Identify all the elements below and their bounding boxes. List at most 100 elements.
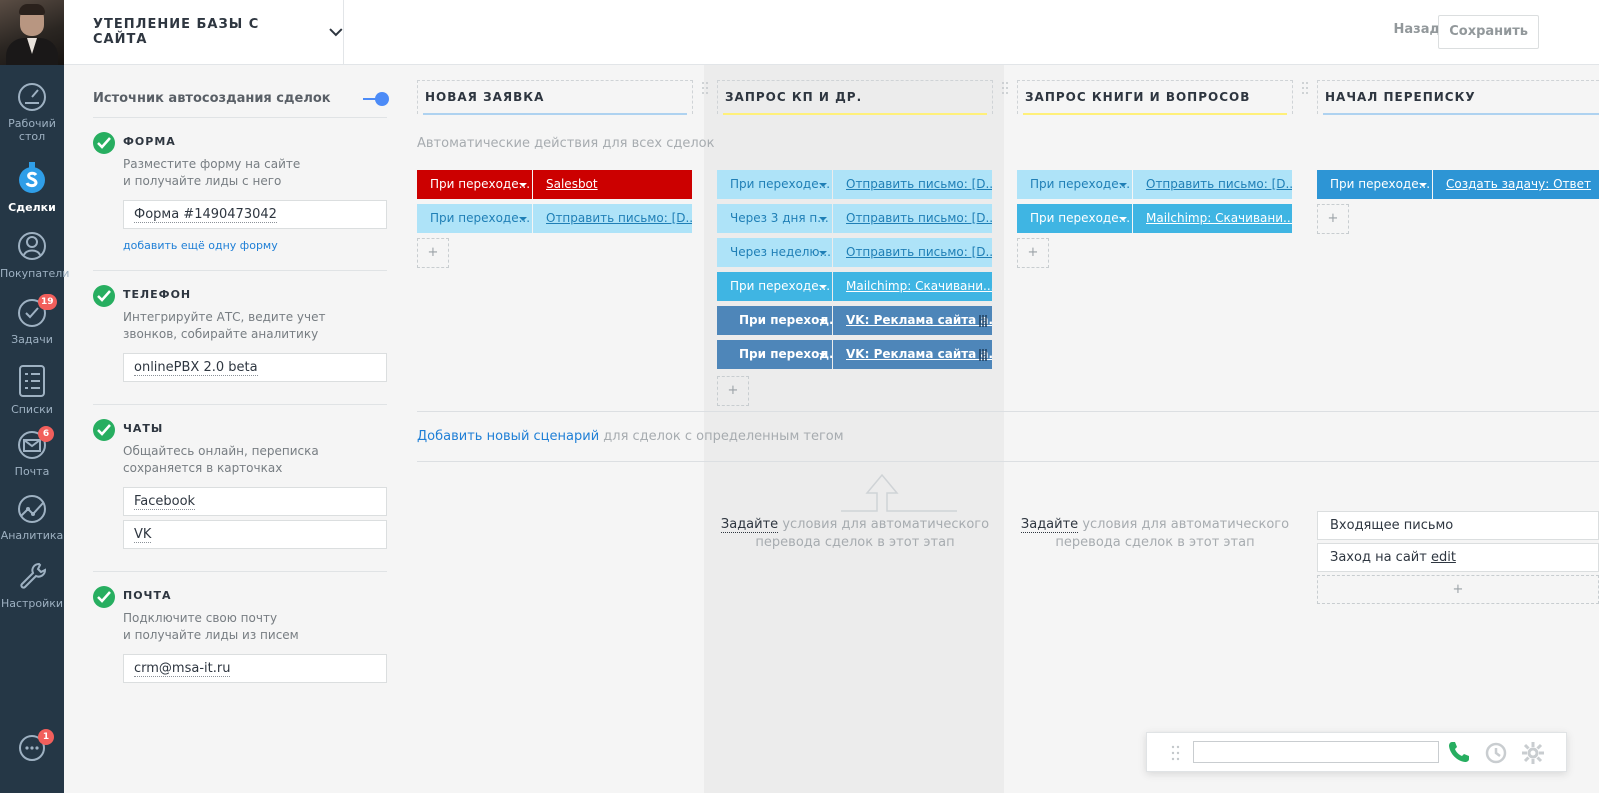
trigger-row: Через неделю... Отправить письмо: [D... [717, 238, 992, 267]
drag-handle-icon[interactable] [701, 81, 709, 95]
add-trigger-button[interactable]: + [1017, 238, 1049, 268]
phone-integration[interactable]: onlinePBX 2.0 beta [123, 353, 387, 382]
hint-text: перевода сделок в этот этап [1055, 535, 1255, 550]
phone-number-input[interactable] [1193, 741, 1439, 763]
autocreate-title: Источник автосоздания сделок [93, 91, 331, 106]
trigger-condition[interactable]: При переход... [717, 340, 832, 369]
back-button[interactable]: Назад [1394, 22, 1440, 37]
trigger-row: При переходе... Mailchimp: Скачивани... [717, 272, 992, 301]
trigger-row-dragging: При переход... VK: Реклама сайта а... [717, 340, 992, 369]
add-trigger-button[interactable]: + [417, 238, 449, 268]
trigger-action[interactable]: Отправить письмо: [D... [833, 238, 992, 267]
trigger-row-dragging: При переход... VK: Реклама сайта а... [717, 306, 992, 335]
trigger-action[interactable]: Mailchimp: Скачивани... [833, 272, 992, 301]
stage-event[interactable]: Входящее письмо [1317, 511, 1599, 540]
chat-vk[interactable]: VK [123, 520, 387, 549]
trigger-action[interactable]: Mailchimp: Скачивани... [1133, 204, 1292, 233]
nav-item-tasks[interactable]: 19 Задачи [0, 294, 64, 346]
chat-value: VK [134, 527, 152, 543]
add-trigger-button[interactable]: + [717, 376, 749, 406]
call-icon[interactable] [1447, 740, 1471, 764]
drag-handle-icon[interactable] [1301, 81, 1309, 95]
stage-header[interactable]: НАЧАЛ ПЕРЕПИСКУ [1317, 80, 1599, 115]
set-conditions-link[interactable]: Задайте [720, 517, 779, 533]
trigger-action[interactable]: Создать задачу: Ответ [1433, 170, 1599, 199]
pipeline-selector[interactable]: УТЕПЛЕНИЕ БАЗЫ С САЙТА [64, 0, 344, 64]
nav-item-deals[interactable]: Сделки [0, 160, 64, 214]
source-desc-line: сохраняется в карточках [123, 461, 283, 475]
chat-facebook[interactable]: Facebook [123, 487, 387, 516]
user-avatar[interactable] [0, 0, 64, 65]
nav-label: Рабочий [8, 117, 56, 130]
trigger-action[interactable]: Отправить письмо: [D... [833, 170, 992, 199]
tasks-badge: 19 [38, 294, 57, 310]
add-scenario-link[interactable]: Добавить новый сценарий [417, 429, 599, 444]
form-selector[interactable]: Форма #1490473042 [123, 200, 387, 229]
source-name: ЧАТЫ [123, 422, 164, 435]
nav-item-chat[interactable]: 1 [0, 729, 64, 768]
trigger-row: Через 3 дня п... Отправить письмо: [D... [717, 204, 992, 233]
source-desc: Интегрируйте АТС, ведите учет звонков, с… [123, 309, 387, 343]
stage-condition-hint: Задайте условия для автоматического пере… [717, 516, 993, 552]
save-button[interactable]: Сохранить [1438, 15, 1539, 49]
stage-header[interactable]: НОВАЯ ЗАЯВКА [417, 80, 693, 115]
event-edit-link[interactable]: edit [1431, 550, 1456, 565]
stage-event[interactable]: Заход на сайт edit [1317, 543, 1599, 572]
trigger-action[interactable]: VK: Реклама сайта а... [833, 306, 992, 335]
trigger-action[interactable]: VK: Реклама сайта а... [833, 340, 992, 369]
trigger-condition[interactable]: Через неделю... [717, 238, 832, 267]
add-event-button[interactable]: + [1317, 575, 1599, 604]
mail-value: crm@msa-it.ru [134, 661, 231, 677]
trigger-condition[interactable]: При переходе... [717, 170, 832, 199]
autocreate-panel: Источник автосоздания сделок ФОРМА Разме… [93, 80, 389, 705]
phone-widget [1146, 732, 1567, 772]
stage-header[interactable]: ЗАПРОС КП И ДР. [717, 80, 993, 115]
nav-item-lists[interactable]: Списки [0, 362, 64, 416]
drag-handle-icon[interactable] [1001, 81, 1009, 95]
trigger-condition[interactable]: При переход... [717, 306, 832, 335]
analytics-icon [18, 495, 46, 523]
source-name: ТЕЛЕФОН [123, 288, 192, 301]
nav-item-customers[interactable]: Покупатели [0, 230, 69, 280]
mail-badge: 6 [38, 426, 54, 442]
nav-label: Задачи [11, 333, 53, 346]
trigger-condition[interactable]: При переходе... [1017, 204, 1132, 233]
trigger-action[interactable]: Отправить письмо: [D... [1133, 170, 1292, 199]
stage-underline [1023, 113, 1287, 115]
add-form-link[interactable]: добавить ещё одну форму [123, 239, 278, 252]
stage-underline [1323, 113, 1599, 115]
source-name: ФОРМА [123, 135, 176, 148]
source-desc: Разместите форму на сайте и получайте ли… [123, 156, 387, 190]
deals-icon [19, 162, 45, 193]
trigger-condition[interactable]: Через 3 дня п... [717, 204, 832, 233]
trigger-action[interactable]: Salesbot [533, 170, 692, 199]
grip-icon[interactable] [978, 314, 988, 328]
trigger-action[interactable]: Отправить письмо: [D... [533, 204, 692, 233]
grip-icon[interactable] [978, 348, 988, 362]
stage-header[interactable]: ЗАПРОС КНИГИ И ВОПРОСОВ [1017, 80, 1293, 115]
drag-handle-icon[interactable] [1171, 745, 1181, 761]
trigger-condition[interactable]: При переходе... [417, 170, 532, 199]
autocreate-toggle[interactable] [363, 91, 389, 106]
stage-underline [723, 113, 987, 115]
check-icon [93, 285, 115, 307]
trigger-condition[interactable]: При переходе... [717, 272, 832, 301]
trigger-row: При переходе... Отправить письмо: [D... [1017, 170, 1292, 199]
nav-item-analytics[interactable]: Аналитика [0, 494, 64, 542]
add-trigger-button[interactable]: + [1317, 204, 1349, 234]
trigger-condition[interactable]: При переходе... [1017, 170, 1132, 199]
trigger-action[interactable]: Отправить письмо: [D... [833, 204, 992, 233]
trigger-condition[interactable]: При переходе... [1317, 170, 1432, 199]
trigger-condition[interactable]: При переходе... [417, 204, 532, 233]
chat-badge: 1 [38, 729, 54, 745]
nav-item-dashboard[interactable]: Рабочий стол [0, 82, 64, 143]
nav-item-mail[interactable]: 6 Почта [0, 426, 64, 478]
nav-label: Почта [14, 465, 50, 478]
stage-condition-hint: Задайте условия для автоматического пере… [1017, 516, 1293, 552]
nav-item-settings[interactable]: Настройки [0, 560, 64, 610]
gear-icon[interactable] [1521, 741, 1545, 765]
set-conditions-link[interactable]: Задайте [1020, 517, 1079, 533]
stage-name: НОВАЯ ЗАЯВКА [425, 90, 545, 104]
mail-account[interactable]: crm@msa-it.ru [123, 654, 387, 683]
history-icon[interactable] [1484, 741, 1508, 765]
